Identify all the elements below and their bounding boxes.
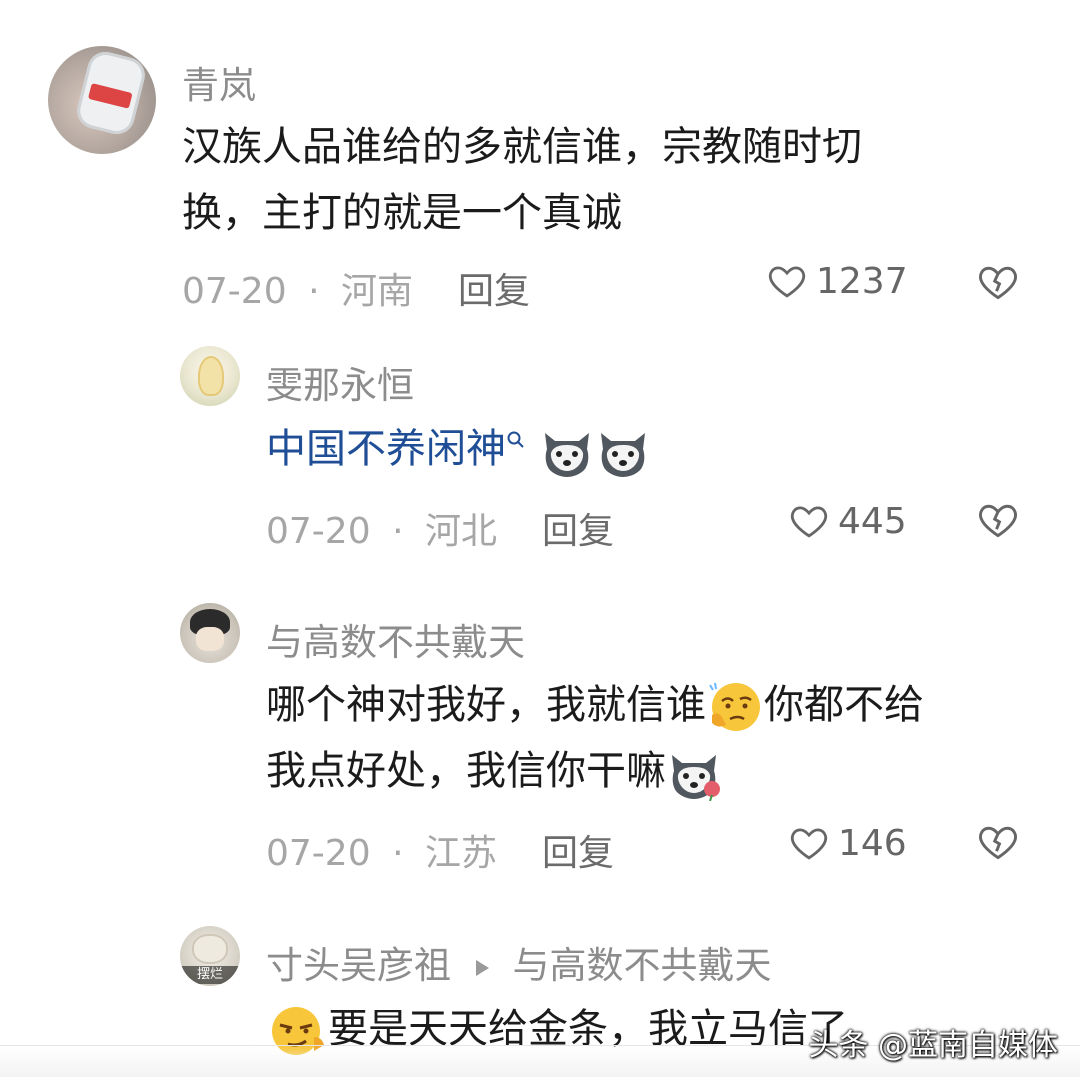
comment-region: 江苏: [424, 833, 497, 874]
husky-emoji: [544, 433, 589, 477]
reply-to-username[interactable]: 与高数不共戴天: [513, 944, 772, 987]
cat-photo-avatar-icon: [192, 934, 228, 964]
like-count: 146: [838, 822, 907, 864]
reply-button[interactable]: 回复: [542, 824, 614, 876]
like-button[interactable]: 1237: [766, 260, 908, 302]
username[interactable]: 与高数不共戴天: [266, 612, 525, 666]
meta-separator: ·: [392, 511, 404, 552]
meta-separator: ·: [392, 833, 404, 874]
comment-text-fragment: 我点好处，我信你干嘛: [266, 748, 666, 794]
comment-text-line: 汉族人品谁给的多就信谁，宗教随时切: [182, 124, 862, 170]
comment-text-line: 我点好处，我信你干嘛: [266, 738, 1046, 804]
comment-text: 哪个神对我好，我就信谁 你都不给 我点好处，我信你干嘛: [266, 672, 1046, 804]
username-link[interactable]: 寸头吴彦祖: [266, 944, 451, 987]
username: 寸头吴彦祖 与高数不共戴天: [266, 935, 772, 989]
comment-text: 汉族人品谁给的多就信谁，宗教随时切 换，主打的就是一个真诚: [182, 114, 1002, 246]
broken-heart-icon[interactable]: [976, 820, 1020, 864]
comment-date: 07-20: [182, 271, 287, 312]
username[interactable]: 雯那永恒: [266, 355, 414, 409]
comment-text-fragment: 你都不给: [764, 682, 924, 728]
comment-date: 07-20: [266, 511, 371, 552]
thinking-emoji: [709, 682, 760, 731]
like-count: 1237: [816, 260, 908, 302]
reply-arrow-icon: [475, 959, 489, 976]
avatar[interactable]: [180, 603, 240, 663]
comment-region: 河南: [340, 271, 413, 312]
comment-text-fragment: 哪个神对我好，我就信谁: [266, 682, 706, 728]
reply-button[interactable]: 回复: [458, 262, 530, 314]
flower-photo-avatar-icon: [198, 356, 224, 396]
comment-meta: 07-20 · 河北: [266, 502, 497, 554]
comment-region: 河北: [424, 511, 497, 552]
like-button[interactable]: 445: [788, 500, 907, 542]
husky-rose-emoji: [672, 755, 720, 801]
avatar-caption: 摆烂: [180, 966, 240, 984]
like-button[interactable]: 146: [788, 822, 907, 864]
bottle-photo-avatar-icon: [73, 48, 149, 138]
avatar[interactable]: 摆烂: [180, 926, 240, 986]
source-watermark: 头条 @蓝南自媒体: [808, 1028, 1058, 1063]
meta-separator: ·: [308, 271, 320, 312]
username[interactable]: 青岚: [182, 55, 256, 109]
comment-text-line: 换，主打的就是一个真诚: [182, 190, 622, 236]
comment-date: 07-20: [266, 833, 371, 874]
broken-heart-icon[interactable]: [976, 498, 1020, 542]
like-count: 445: [838, 500, 907, 542]
avatar[interactable]: [48, 46, 156, 154]
comment-link-text[interactable]: 中国不养闲神: [266, 426, 506, 472]
heart-icon: [768, 266, 806, 298]
comment-meta: 07-20 · 江苏: [266, 824, 497, 876]
avatar[interactable]: [180, 346, 240, 406]
search-icon: [507, 431, 524, 448]
comment-meta: 07-20 · 河南: [182, 262, 413, 314]
comment-text-line: 哪个神对我好，我就信谁 你都不给: [266, 672, 1046, 738]
comment-text: 中国不养闲神: [266, 416, 1026, 482]
heart-icon: [790, 828, 828, 860]
broken-heart-icon[interactable]: [976, 260, 1020, 304]
heart-icon: [790, 506, 828, 538]
husky-emoji: [600, 433, 645, 477]
reply-button[interactable]: 回复: [542, 502, 614, 554]
